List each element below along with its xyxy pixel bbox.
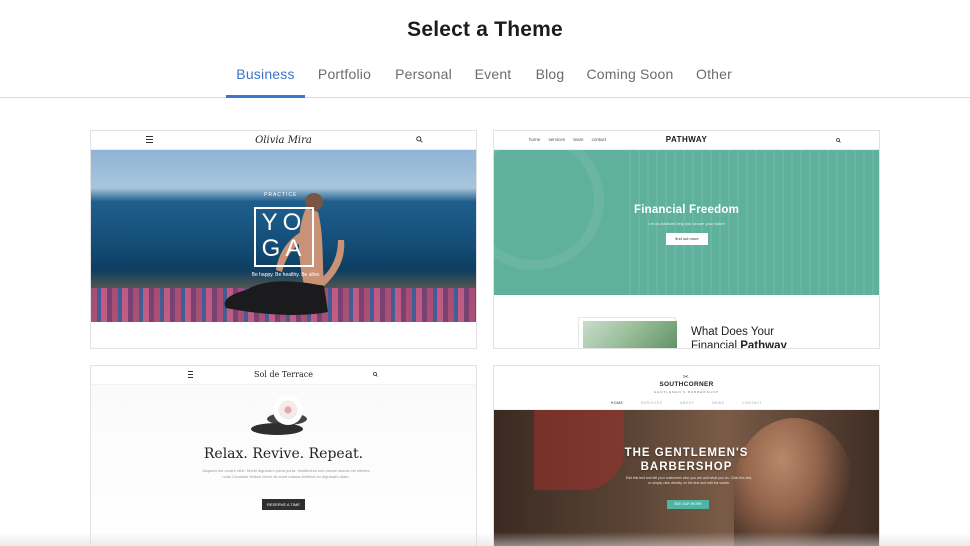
barber-menu-news: NEWS bbox=[712, 401, 725, 405]
pathway-lower-section bbox=[494, 295, 879, 348]
barber-logo: SOUTHCORNER bbox=[659, 381, 714, 388]
tab-blog[interactable]: Blog bbox=[530, 58, 570, 98]
pathway-logo: PATHWAY bbox=[665, 135, 708, 144]
search-icon bbox=[836, 138, 841, 143]
pathway-section-title-line2: Financial Pathway bbox=[691, 339, 787, 349]
barber-cta-button: SEE OUR WORK bbox=[667, 500, 709, 509]
barber-menu-services: SERVICES bbox=[640, 401, 663, 405]
theme-card-spa[interactable]: Sol de Terrace Relax. Revive. Repeat. Al… bbox=[90, 365, 477, 546]
pathway-nav: home services team contact PATHWAY bbox=[494, 131, 879, 150]
barber-headline-line2: BARBERSHOP bbox=[640, 461, 733, 473]
theme-card-barbershop[interactable]: ✂ SOUTHCORNER GENTLEMEN'S BARBERSHOP HOM… bbox=[493, 365, 880, 546]
barber-tagline: GENTLEMEN'S BARBERSHOP bbox=[654, 390, 719, 394]
tab-portfolio[interactable]: Portfolio bbox=[313, 58, 376, 98]
barber-menu-contact: CONTACT bbox=[741, 401, 763, 405]
spa-paragraph: Aliquam est ornare nibh. Morbi dignissim… bbox=[202, 468, 370, 479]
search-icon bbox=[373, 372, 378, 377]
tab-business[interactable]: Business bbox=[226, 58, 305, 98]
barber-paragraph: Edit this text and tell your customers w… bbox=[625, 476, 753, 485]
tab-other[interactable]: Other bbox=[690, 58, 738, 98]
page-title: Select a Theme bbox=[407, 18, 563, 41]
yoga-nav: Olivia Mira bbox=[91, 131, 476, 150]
theme-card-yoga[interactable]: Olivia Mira PRACTICE YO GA Be happy. Be … bbox=[90, 130, 477, 349]
search-icon bbox=[416, 136, 423, 143]
pathway-hero-title: Financial Freedom bbox=[633, 204, 739, 216]
pathway-section-image bbox=[578, 317, 677, 348]
barber-headline-line1: THE GENTLEMEN'S bbox=[624, 447, 749, 459]
yoga-headline-line1: YO bbox=[261, 209, 307, 236]
theme-category-tabs: Business Portfolio Personal Event Blog C… bbox=[0, 58, 970, 98]
pathway-section-title: What Does Your Financial Pathway bbox=[691, 325, 787, 349]
pathway-section-title-mid: Financial bbox=[691, 340, 741, 349]
flower-icon bbox=[273, 395, 303, 425]
tab-personal[interactable]: Personal bbox=[391, 58, 456, 98]
spa-nav: Sol de Terrace bbox=[91, 366, 476, 385]
tab-event[interactable]: Event bbox=[470, 58, 516, 98]
spa-headline: Relax. Revive. Repeat. bbox=[203, 446, 364, 462]
pathway-section-title-line1: What Does Your bbox=[691, 326, 775, 338]
spa-logo: Sol de Terrace bbox=[254, 370, 313, 379]
yoga-hero-image: PRACTICE YO GA Be happy. Be healthy. Be … bbox=[91, 150, 476, 322]
scissors-icon: ✂ bbox=[683, 374, 689, 381]
barber-menu: HOME SERVICES ABOUT NEWS CONTACT bbox=[494, 401, 879, 405]
pathway-hero-text: Let us advisors help you secure your fut… bbox=[648, 221, 725, 226]
yoga-kicker: PRACTICE bbox=[264, 192, 298, 198]
barber-menu-home: HOME bbox=[610, 401, 624, 405]
spa-reserve-button: RESERVE A TIME bbox=[262, 499, 305, 510]
tab-coming-soon[interactable]: Coming Soon bbox=[584, 58, 676, 98]
spa-stone bbox=[251, 423, 303, 435]
theme-card-pathway[interactable]: home services team contact PATHWAY Finan… bbox=[493, 130, 880, 349]
pathway-hero-button: find out more bbox=[666, 233, 708, 245]
barber-menu-about: ABOUT bbox=[679, 401, 695, 405]
yoga-subtitle: Be happy. Be healthy. Be alive. bbox=[251, 272, 321, 278]
barber-header: ✂ SOUTHCORNER GENTLEMEN'S BARBERSHOP HOM… bbox=[494, 366, 879, 410]
yoga-headline-line2: GA bbox=[261, 235, 307, 262]
yoga-headline: YO GA bbox=[254, 210, 314, 262]
barber-headline: THE GENTLEMEN'S BARBERSHOP bbox=[494, 446, 879, 474]
pathway-section-title-bold: Pathway bbox=[740, 340, 787, 349]
